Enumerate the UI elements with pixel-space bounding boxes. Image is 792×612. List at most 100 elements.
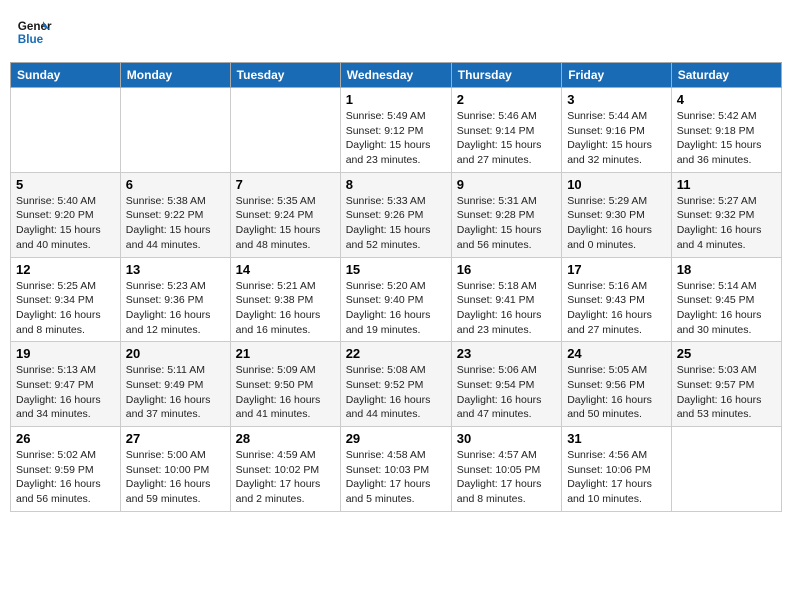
calendar-cell: 4 Sunrise: 5:42 AM Sunset: 9:18 PM Daylig… <box>671 88 781 173</box>
calendar-cell: 7 Sunrise: 5:35 AM Sunset: 9:24 PM Daylig… <box>230 172 340 257</box>
day-header-tuesday: Tuesday <box>230 63 340 88</box>
day-info: Sunrise: 5:14 AM Sunset: 9:45 PM Dayligh… <box>677 279 776 338</box>
calendar-week-row: 5 Sunrise: 5:40 AM Sunset: 9:20 PM Daylig… <box>11 172 782 257</box>
day-info: Sunrise: 5:49 AM Sunset: 9:12 PM Dayligh… <box>346 109 446 168</box>
day-info: Sunrise: 5:18 AM Sunset: 9:41 PM Dayligh… <box>457 279 556 338</box>
day-info: Sunrise: 5:11 AM Sunset: 9:49 PM Dayligh… <box>126 363 225 422</box>
day-info: Sunrise: 5:23 AM Sunset: 9:36 PM Dayligh… <box>126 279 225 338</box>
day-info: Sunrise: 5:46 AM Sunset: 9:14 PM Dayligh… <box>457 109 556 168</box>
day-number: 15 <box>346 262 446 277</box>
calendar-cell: 8Sunrise: 5:33 AM Sunset: 9:26 PM Daylig… <box>340 172 451 257</box>
calendar-header-row: SundayMondayTuesdayWednesdayThursdayFrid… <box>11 63 782 88</box>
calendar-cell: 6 Sunrise: 5:38 AM Sunset: 9:22 PM Daylig… <box>120 172 230 257</box>
day-number: 11 <box>677 177 776 192</box>
day-header-friday: Friday <box>562 63 672 88</box>
day-info: Sunrise: 5:20 AM Sunset: 9:40 PM Dayligh… <box>346 279 446 338</box>
day-header-saturday: Saturday <box>671 63 781 88</box>
calendar-cell: 12 Sunrise: 5:25 AM Sunset: 9:34 PM Dayli… <box>11 257 121 342</box>
calendar-week-row: 1Sunrise: 5:49 AM Sunset: 9:12 PM Daylig… <box>11 88 782 173</box>
calendar-cell: 11Sunrise: 5:27 AM Sunset: 9:32 PM Dayli… <box>671 172 781 257</box>
day-info: Sunrise: 4:56 AM Sunset: 10:06 PM Daylig… <box>567 448 666 507</box>
logo: General Blue <box>16 14 52 50</box>
day-number: 12 <box>16 262 115 277</box>
calendar-cell: 30Sunrise: 4:57 AM Sunset: 10:05 PM Dayl… <box>451 427 561 512</box>
calendar-cell <box>671 427 781 512</box>
calendar-cell: 20Sunrise: 5:11 AM Sunset: 9:49 PM Dayli… <box>120 342 230 427</box>
calendar-cell: 5 Sunrise: 5:40 AM Sunset: 9:20 PM Daylig… <box>11 172 121 257</box>
calendar-cell: 10 Sunrise: 5:29 AM Sunset: 9:30 PM Dayli… <box>562 172 672 257</box>
day-info: Sunrise: 4:58 AM Sunset: 10:03 PM Daylig… <box>346 448 446 507</box>
calendar-cell: 18Sunrise: 5:14 AM Sunset: 9:45 PM Dayli… <box>671 257 781 342</box>
day-number: 8 <box>346 177 446 192</box>
calendar-cell: 16 Sunrise: 5:18 AM Sunset: 9:41 PM Dayli… <box>451 257 561 342</box>
day-header-wednesday: Wednesday <box>340 63 451 88</box>
calendar-cell: 2 Sunrise: 5:46 AM Sunset: 9:14 PM Daylig… <box>451 88 561 173</box>
day-number: 27 <box>126 431 225 446</box>
day-number: 17 <box>567 262 666 277</box>
day-number: 16 <box>457 262 556 277</box>
day-number: 21 <box>236 346 335 361</box>
calendar-cell: 28 Sunrise: 4:59 AM Sunset: 10:02 PM Dayl… <box>230 427 340 512</box>
day-info: Sunrise: 5:31 AM Sunset: 9:28 PM Dayligh… <box>457 194 556 253</box>
day-number: 13 <box>126 262 225 277</box>
day-number: 10 <box>567 177 666 192</box>
day-info: Sunrise: 5:29 AM Sunset: 9:30 PM Dayligh… <box>567 194 666 253</box>
logo-icon: General Blue <box>16 14 52 50</box>
calendar-cell: 3 Sunrise: 5:44 AM Sunset: 9:16 PM Daylig… <box>562 88 672 173</box>
day-number: 22 <box>346 346 446 361</box>
calendar-cell: 23Sunrise: 5:06 AM Sunset: 9:54 PM Dayli… <box>451 342 561 427</box>
day-info: Sunrise: 4:57 AM Sunset: 10:05 PM Daylig… <box>457 448 556 507</box>
day-number: 6 <box>126 177 225 192</box>
day-number: 4 <box>677 92 776 107</box>
day-number: 26 <box>16 431 115 446</box>
calendar-cell: 15 Sunrise: 5:20 AM Sunset: 9:40 PM Dayli… <box>340 257 451 342</box>
day-info: Sunrise: 5:40 AM Sunset: 9:20 PM Dayligh… <box>16 194 115 253</box>
calendar-cell <box>230 88 340 173</box>
calendar-cell: 9 Sunrise: 5:31 AM Sunset: 9:28 PM Daylig… <box>451 172 561 257</box>
calendar-cell: 27 Sunrise: 5:00 AM Sunset: 10:00 PM Dayl… <box>120 427 230 512</box>
day-number: 14 <box>236 262 335 277</box>
day-info: Sunrise: 5:38 AM Sunset: 9:22 PM Dayligh… <box>126 194 225 253</box>
calendar-week-row: 19 Sunrise: 5:13 AM Sunset: 9:47 PM Dayli… <box>11 342 782 427</box>
calendar-week-row: 26 Sunrise: 5:02 AM Sunset: 9:59 PM Dayli… <box>11 427 782 512</box>
day-info: Sunrise: 5:13 AM Sunset: 9:47 PM Dayligh… <box>16 363 115 422</box>
day-info: Sunrise: 5:42 AM Sunset: 9:18 PM Dayligh… <box>677 109 776 168</box>
day-number: 19 <box>16 346 115 361</box>
day-number: 31 <box>567 431 666 446</box>
day-info: Sunrise: 5:00 AM Sunset: 10:00 PM Daylig… <box>126 448 225 507</box>
day-number: 7 <box>236 177 335 192</box>
calendar-cell <box>11 88 121 173</box>
calendar-cell: 22 Sunrise: 5:08 AM Sunset: 9:52 PM Dayli… <box>340 342 451 427</box>
calendar-table: SundayMondayTuesdayWednesdayThursdayFrid… <box>10 62 782 512</box>
day-info: Sunrise: 5:02 AM Sunset: 9:59 PM Dayligh… <box>16 448 115 507</box>
calendar-cell: 21Sunrise: 5:09 AM Sunset: 9:50 PM Dayli… <box>230 342 340 427</box>
day-number: 3 <box>567 92 666 107</box>
day-number: 24 <box>567 346 666 361</box>
day-header-monday: Monday <box>120 63 230 88</box>
day-header-thursday: Thursday <box>451 63 561 88</box>
day-info: Sunrise: 5:25 AM Sunset: 9:34 PM Dayligh… <box>16 279 115 338</box>
calendar-cell: 1Sunrise: 5:49 AM Sunset: 9:12 PM Daylig… <box>340 88 451 173</box>
calendar-week-row: 12 Sunrise: 5:25 AM Sunset: 9:34 PM Dayli… <box>11 257 782 342</box>
day-info: Sunrise: 5:05 AM Sunset: 9:56 PM Dayligh… <box>567 363 666 422</box>
day-header-sunday: Sunday <box>11 63 121 88</box>
day-info: Sunrise: 4:59 AM Sunset: 10:02 PM Daylig… <box>236 448 335 507</box>
day-number: 28 <box>236 431 335 446</box>
day-number: 5 <box>16 177 115 192</box>
day-number: 9 <box>457 177 556 192</box>
day-number: 2 <box>457 92 556 107</box>
page-header: General Blue <box>10 10 782 54</box>
calendar-cell: 26 Sunrise: 5:02 AM Sunset: 9:59 PM Dayli… <box>11 427 121 512</box>
calendar-cell: 17 Sunrise: 5:16 AM Sunset: 9:43 PM Dayli… <box>562 257 672 342</box>
calendar-cell: 14 Sunrise: 5:21 AM Sunset: 9:38 PM Dayli… <box>230 257 340 342</box>
day-info: Sunrise: 5:35 AM Sunset: 9:24 PM Dayligh… <box>236 194 335 253</box>
calendar-cell: 24 Sunrise: 5:05 AM Sunset: 9:56 PM Dayli… <box>562 342 672 427</box>
svg-text:Blue: Blue <box>18 33 44 46</box>
day-info: Sunrise: 5:21 AM Sunset: 9:38 PM Dayligh… <box>236 279 335 338</box>
day-number: 25 <box>677 346 776 361</box>
day-info: Sunrise: 5:03 AM Sunset: 9:57 PM Dayligh… <box>677 363 776 422</box>
day-number: 23 <box>457 346 556 361</box>
day-info: Sunrise: 5:08 AM Sunset: 9:52 PM Dayligh… <box>346 363 446 422</box>
day-info: Sunrise: 5:44 AM Sunset: 9:16 PM Dayligh… <box>567 109 666 168</box>
day-info: Sunrise: 5:16 AM Sunset: 9:43 PM Dayligh… <box>567 279 666 338</box>
